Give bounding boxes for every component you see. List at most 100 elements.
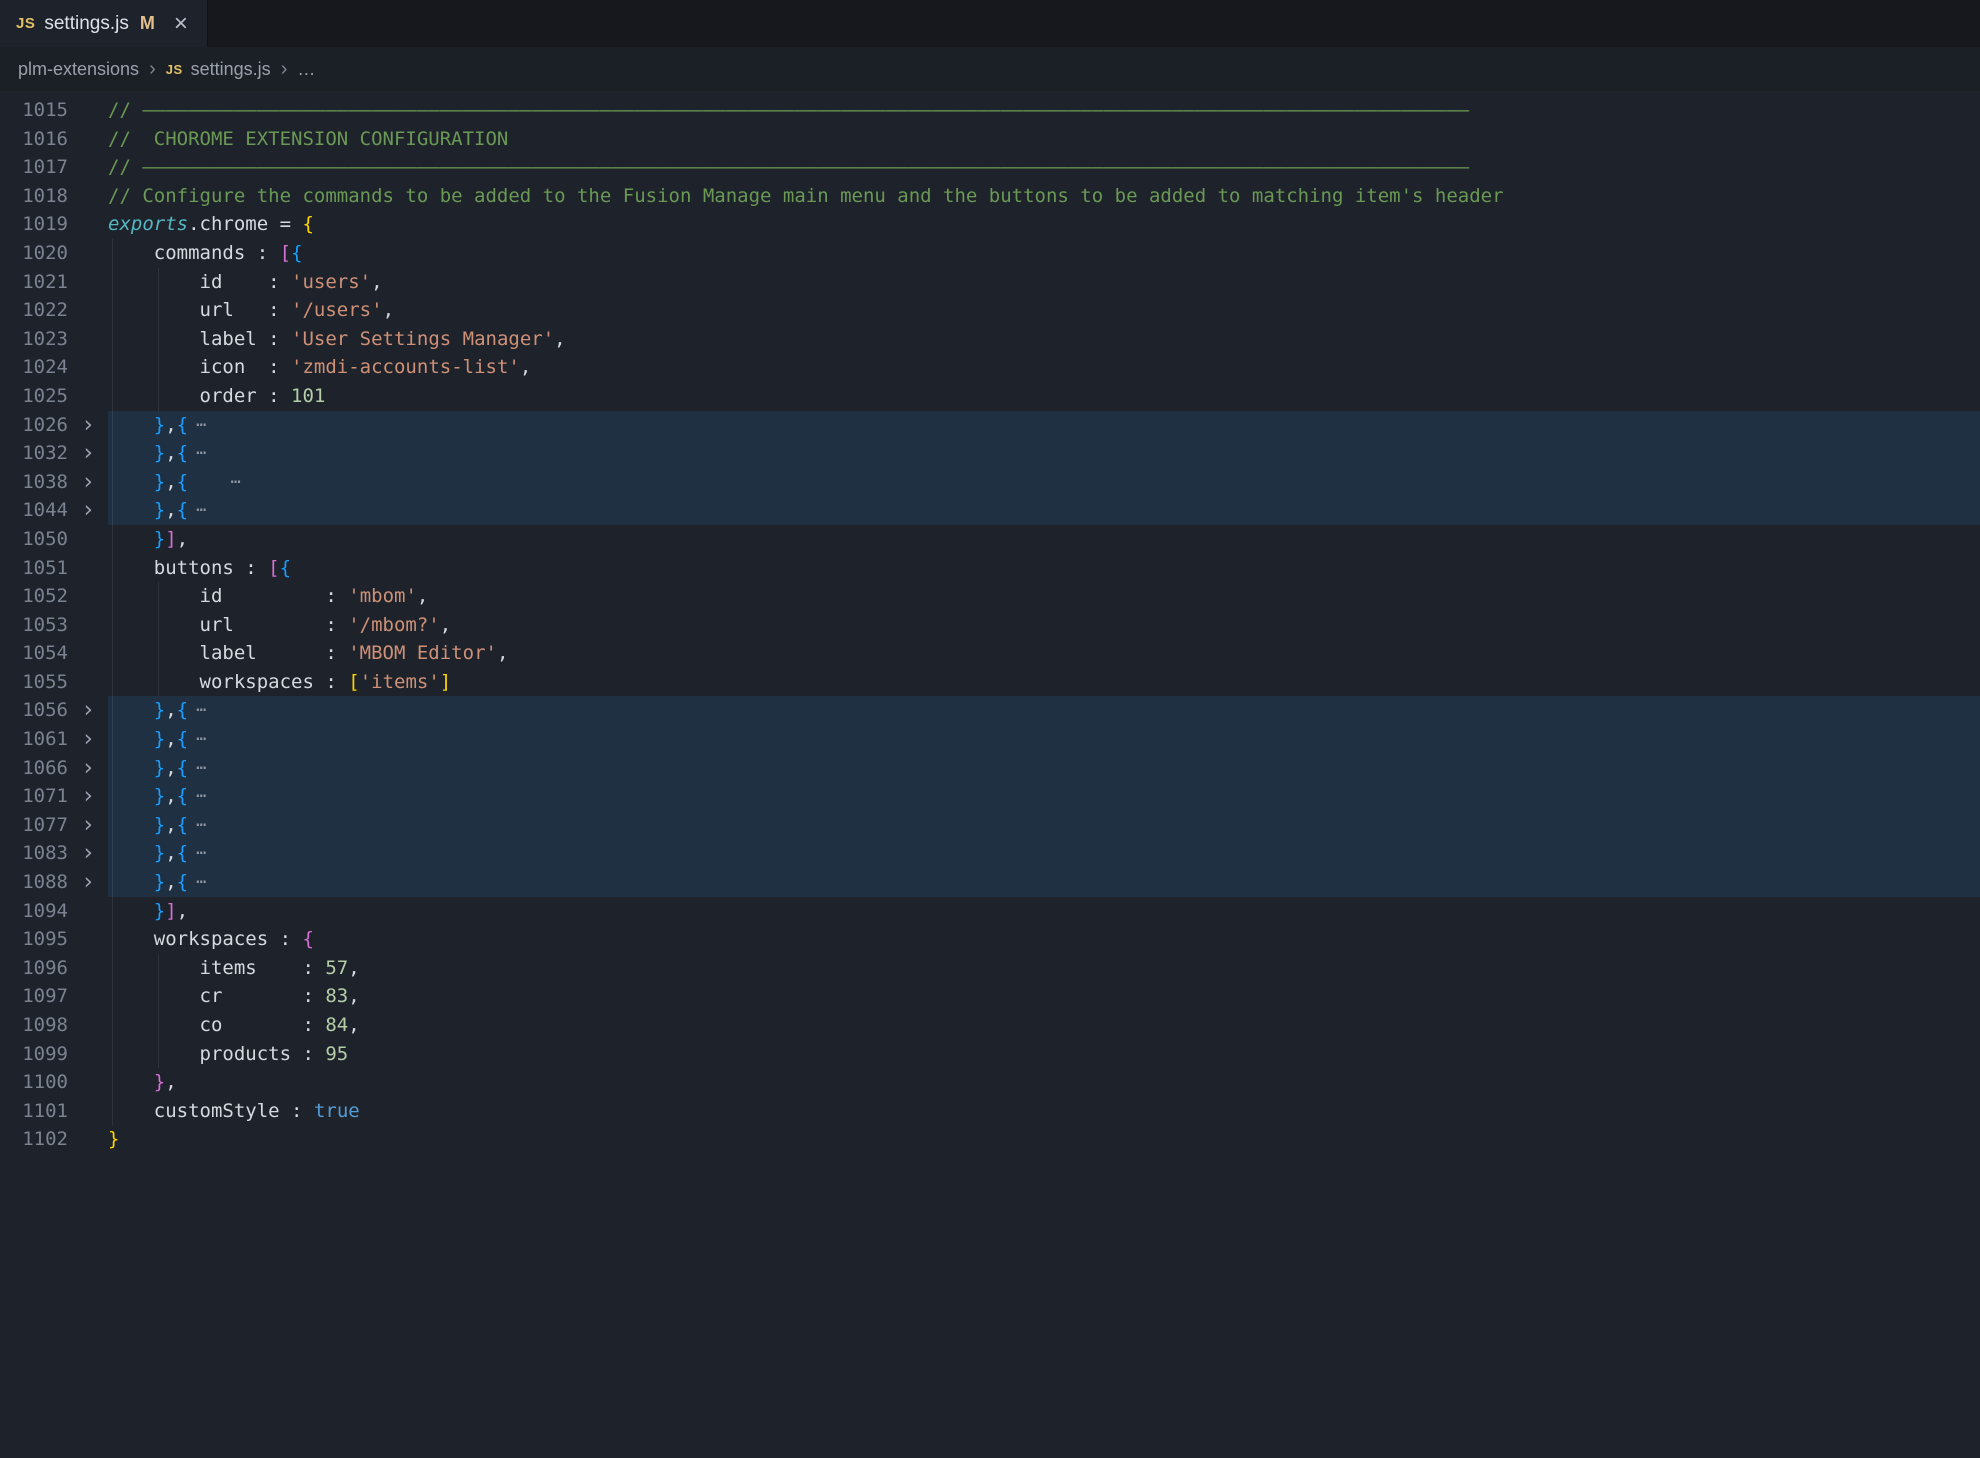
code-line[interactable]: id : 'mbom', (108, 582, 1980, 611)
indent-guide (112, 525, 113, 554)
breadcrumb-item-folder[interactable]: plm-extensions (18, 59, 139, 80)
code-token (108, 385, 200, 407)
code-line[interactable]: },{… (108, 696, 1980, 725)
fold-chevron-icon[interactable]: › (68, 868, 108, 897)
code-line[interactable]: customStyle : true (108, 1097, 1980, 1126)
code-token: order (200, 385, 257, 407)
line-number: 1097 (0, 982, 68, 1011)
indent-guide (112, 954, 113, 983)
code-line-row: 1071› },{… (0, 782, 1980, 811)
code-token: , (348, 957, 359, 979)
tab-settings-js[interactable]: JS settings.js M × (0, 0, 208, 47)
code-token: , (417, 585, 428, 607)
fold-chevron-icon[interactable]: › (68, 754, 108, 783)
code-line[interactable]: },{ … (108, 468, 1980, 497)
code-line[interactable]: commands : [{ (108, 239, 1980, 268)
indent-guide (158, 353, 159, 382)
code-line[interactable]: // Configure the commands to be added to… (108, 182, 1980, 211)
fold-chevron-icon[interactable]: › (68, 811, 108, 840)
code-token: , (371, 271, 382, 293)
code-token (108, 499, 154, 521)
fold-gutter (68, 125, 108, 154)
line-number: 1017 (0, 153, 68, 182)
fold-chevron-icon[interactable]: › (68, 468, 108, 497)
code-token: , (177, 900, 188, 922)
code-line[interactable]: id : 'users', (108, 268, 1980, 297)
indent-guide (112, 325, 113, 354)
code-line[interactable]: workspaces : ['items'] (108, 668, 1980, 697)
line-number: 1016 (0, 125, 68, 154)
fold-chevron-icon[interactable]: › (68, 411, 108, 440)
code-line[interactable]: }], (108, 897, 1980, 926)
code-line[interactable]: },{… (108, 439, 1980, 468)
code-token: : (245, 356, 291, 378)
line-number: 1038 (0, 468, 68, 497)
code-line[interactable]: },{… (108, 725, 1980, 754)
code-token: { (177, 785, 188, 807)
code-token: exports (108, 213, 188, 235)
code-line[interactable]: items : 57, (108, 954, 1980, 983)
breadcrumb-item-file[interactable]: JS settings.js (166, 59, 271, 80)
code-line[interactable]: url : '/users', (108, 296, 1980, 325)
code-line[interactable]: exports.chrome = { (108, 210, 1980, 239)
code-line[interactable]: }, (108, 1068, 1980, 1097)
code-line[interactable]: label : 'MBOM Editor', (108, 639, 1980, 668)
code-token: id (200, 585, 223, 607)
breadcrumb-item-more[interactable]: … (297, 59, 315, 80)
line-number: 1026 (0, 411, 68, 440)
code-token (108, 1043, 200, 1065)
code-line-row: 1056› },{… (0, 696, 1980, 725)
code-line[interactable]: icon : 'zmdi-accounts-list', (108, 353, 1980, 382)
fold-chevron-icon[interactable]: › (68, 696, 108, 725)
code-line-row: 1066› },{… (0, 754, 1980, 783)
code-token (108, 1071, 154, 1093)
code-token (108, 757, 154, 779)
code-line[interactable]: // —————————————————————————————————————… (108, 96, 1980, 125)
code-line[interactable]: // CHOROME EXTENSION CONFIGURATION (108, 125, 1980, 154)
indent-guide (112, 868, 113, 897)
code-token (108, 814, 154, 836)
code-token (108, 728, 154, 750)
code-line[interactable]: },{… (108, 496, 1980, 525)
code-line[interactable]: },{… (108, 411, 1980, 440)
code-line[interactable]: products : 95 (108, 1040, 1980, 1069)
indent-guide (112, 411, 113, 440)
code-line[interactable]: },{… (108, 868, 1980, 897)
indent-guide (158, 639, 159, 668)
code-line[interactable]: },{… (108, 839, 1980, 868)
code-token: { (177, 414, 188, 436)
code-line[interactable]: label : 'User Settings Manager', (108, 325, 1980, 354)
code-line[interactable]: co : 84, (108, 1011, 1980, 1040)
code-line[interactable]: // —————————————————————————————————————… (108, 153, 1980, 182)
code-token: [ (268, 557, 279, 579)
code-line[interactable]: },{… (108, 754, 1980, 783)
code-line-row: 1100 }, (0, 1068, 1980, 1097)
code-line[interactable]: url : '/mbom?', (108, 611, 1980, 640)
code-token: } (154, 1071, 165, 1093)
code-line[interactable]: cr : 83, (108, 982, 1980, 1011)
indent-guide (112, 353, 113, 382)
code-token (108, 557, 154, 579)
code-line[interactable]: }], (108, 525, 1980, 554)
fold-chevron-icon[interactable]: › (68, 839, 108, 868)
code-token: : (234, 299, 291, 321)
code-line[interactable]: buttons : [{ (108, 554, 1980, 583)
code-line[interactable]: },{… (108, 782, 1980, 811)
code-line[interactable]: } (108, 1125, 1980, 1154)
fold-chevron-icon[interactable]: › (68, 496, 108, 525)
fold-chevron-icon[interactable]: › (68, 782, 108, 811)
breadcrumb-file-label: settings.js (191, 59, 271, 80)
close-icon[interactable]: × (174, 12, 188, 36)
fold-gutter (68, 1011, 108, 1040)
fold-chevron-icon[interactable]: › (68, 439, 108, 468)
code-line[interactable]: },{… (108, 811, 1980, 840)
code-token (108, 328, 200, 350)
code-line[interactable]: workspaces : { (108, 925, 1980, 954)
fold-gutter (68, 925, 108, 954)
code-token: , (165, 871, 176, 893)
code-token: // —————————————————————————————————————… (108, 156, 1469, 178)
code-line-row: 1083› },{… (0, 839, 1980, 868)
fold-chevron-icon[interactable]: › (68, 725, 108, 754)
code-line[interactable]: order : 101 (108, 382, 1980, 411)
line-number: 1101 (0, 1097, 68, 1126)
